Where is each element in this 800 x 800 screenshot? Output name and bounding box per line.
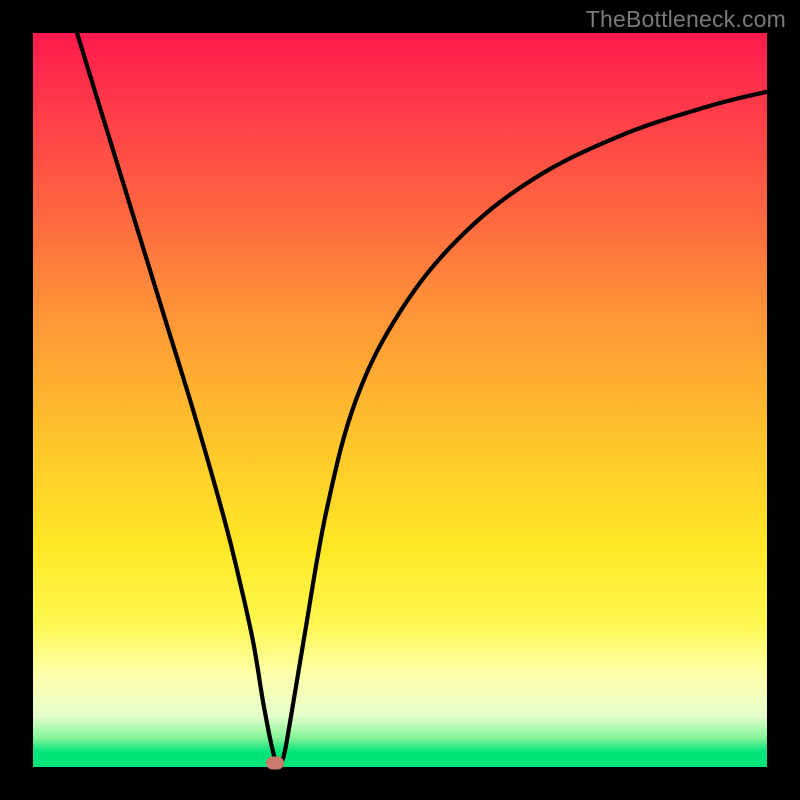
bottleneck-curve bbox=[33, 33, 767, 767]
chart-frame: TheBottleneck.com bbox=[0, 0, 800, 800]
minimum-marker bbox=[266, 757, 284, 770]
watermark-text: TheBottleneck.com bbox=[586, 6, 786, 33]
